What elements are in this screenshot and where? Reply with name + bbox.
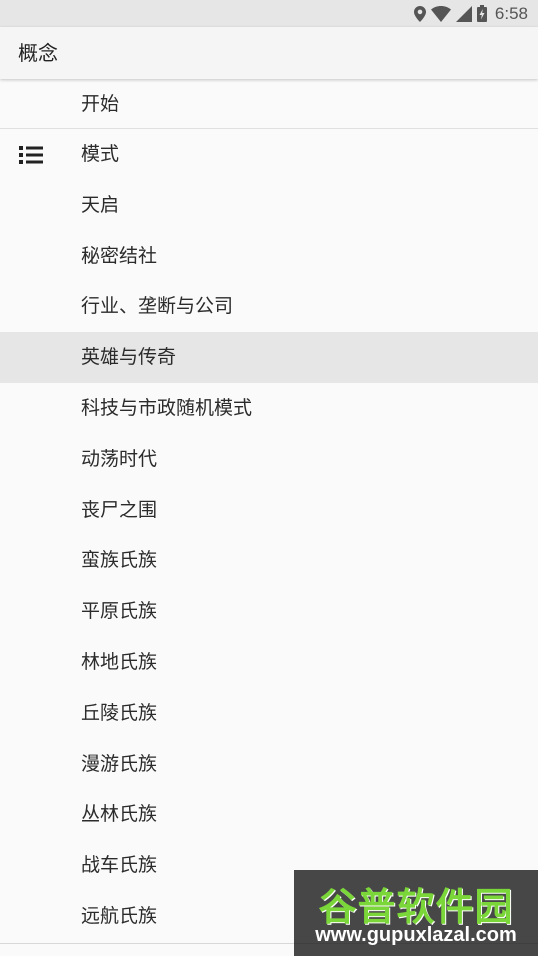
menu-item[interactable]: 动荡时代 [0, 434, 538, 485]
menu-item-label: 英雄与传奇 [81, 346, 177, 369]
menu-item-label: 蛮族氏族 [81, 549, 158, 572]
menu-item[interactable]: 丘陵氏族 [0, 688, 538, 739]
watermark-name: 谷普软件园 [318, 885, 514, 929]
menu-item-start[interactable]: 开始 [0, 79, 538, 129]
menu-item[interactable]: 平原氏族 [0, 586, 538, 637]
battery-charging-icon [476, 5, 487, 22]
concept-menu-list: 开始 模式 天启 秘密结社 行业、垄断与公司 英雄与传奇 科技与市政随机模式 动… [0, 79, 538, 942]
menu-item[interactable]: 天启 [0, 180, 538, 231]
status-bar: 6:58 [0, 0, 538, 27]
menu-item-label: 动荡时代 [81, 447, 158, 470]
menu-item-label: 林地氏族 [81, 650, 158, 673]
signal-icon [455, 5, 472, 22]
menu-item-label: 丛林氏族 [81, 803, 158, 826]
menu-item[interactable]: 行业、垄断与公司 [0, 281, 538, 332]
menu-item-label: 秘密结社 [81, 244, 158, 267]
menu-item[interactable]: 漫游氏族 [0, 739, 538, 790]
status-icons: 6:58 [413, 0, 528, 27]
menu-item[interactable]: 林地氏族 [0, 637, 538, 688]
menu-item[interactable]: 蛮族氏族 [0, 535, 538, 586]
menu-item-label: 战车氏族 [81, 854, 158, 877]
menu-item-label: 远航氏族 [81, 904, 158, 927]
menu-item-label: 科技与市政随机模式 [81, 396, 253, 419]
wifi-icon [430, 5, 451, 22]
status-time: 6:58 [494, 3, 528, 23]
menu-item-label: 天启 [81, 193, 120, 216]
menu-item[interactable]: 丛林氏族 [0, 789, 538, 840]
app-bar: 概念 [0, 27, 538, 79]
location-icon [413, 5, 426, 22]
menu-item-label: 行业、垄断与公司 [81, 295, 234, 318]
menu-item[interactable]: 科技与市政随机模式 [0, 383, 538, 434]
menu-item-label: 丧尸之围 [81, 498, 158, 521]
watermark-url: www.gupuxlazal.com [315, 924, 517, 946]
menu-item-label: 平原氏族 [81, 600, 158, 623]
watermark-logo: 谷普软件园 www.gupuxlazal.com [294, 870, 538, 956]
page-title: 概念 [18, 41, 58, 65]
menu-item[interactable]: 丧尸之围 [0, 485, 538, 536]
list-icon [19, 146, 43, 164]
menu-item-label: 漫游氏族 [81, 752, 158, 775]
menu-item[interactable]: 秘密结社 [0, 231, 538, 282]
menu-item-label: 丘陵氏族 [81, 701, 158, 724]
menu-item-label: 模式 [81, 143, 120, 165]
menu-item-modes[interactable]: 模式 [0, 129, 538, 180]
menu-item-selected[interactable]: 英雄与传奇 [0, 332, 538, 383]
menu-item-label: 开始 [81, 93, 120, 115]
